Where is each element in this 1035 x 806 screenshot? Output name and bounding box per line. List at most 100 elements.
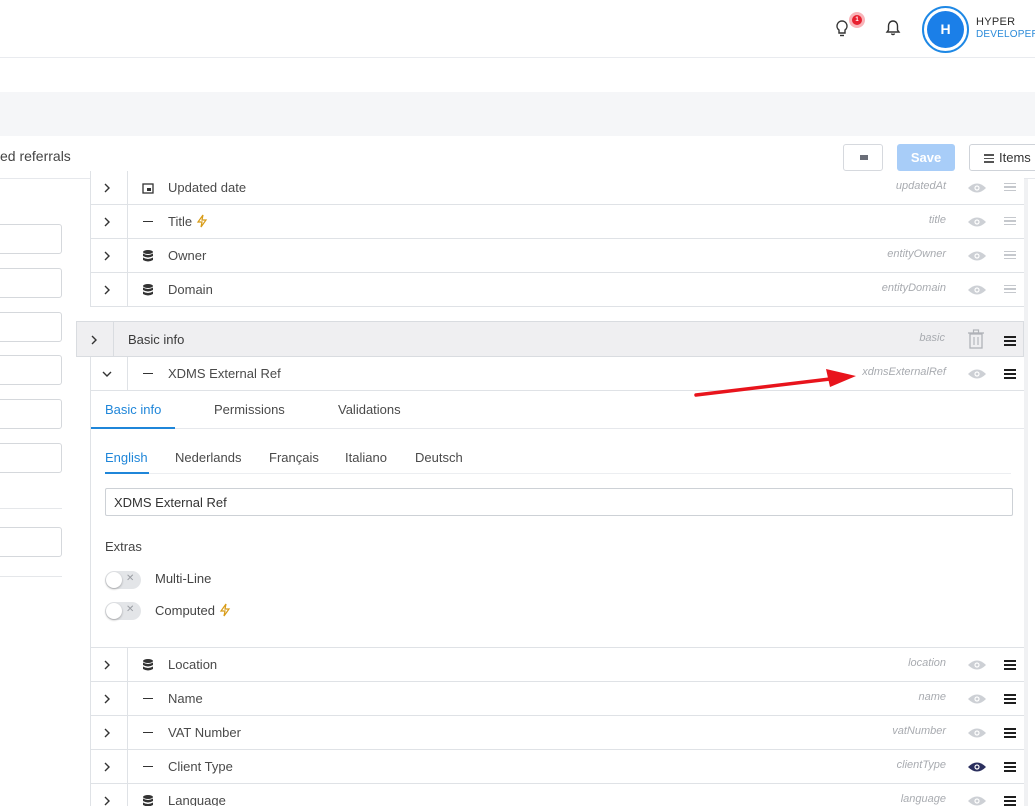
multi-line-toggle[interactable]: ✕	[105, 571, 141, 589]
tab-basic-info[interactable]: Basic info	[105, 402, 161, 417]
field-label-input[interactable]	[105, 488, 1013, 516]
field-row[interactable]: Updated date updatedAt	[90, 171, 1024, 205]
chevron-right-icon	[104, 285, 110, 294]
field-name: VAT Number	[168, 724, 241, 740]
left-form-input[interactable]	[0, 355, 62, 385]
drag-handle-icon[interactable]	[1004, 216, 1016, 227]
field-name: Updated date	[168, 179, 247, 195]
eye-icon[interactable]	[967, 368, 987, 380]
chevron-right-icon	[104, 660, 110, 669]
left-form-input[interactable]	[0, 268, 62, 298]
expand-toggle[interactable]	[91, 239, 128, 272]
eye-icon[interactable]	[967, 795, 987, 806]
tab-lang-italiano[interactable]: Italiano	[345, 450, 387, 465]
drag-handle-icon[interactable]	[1004, 761, 1016, 772]
left-form-input[interactable]	[0, 443, 62, 473]
drag-handle-icon[interactable]	[1004, 336, 1016, 346]
drag-handle-icon[interactable]	[1004, 368, 1016, 379]
notification-badge: 1	[849, 12, 865, 28]
field-row[interactable]: Domain entityDomain	[90, 273, 1024, 307]
drag-handle-icon[interactable]	[1004, 693, 1016, 704]
group-row-basic-info[interactable]: Basic info basic	[76, 321, 1024, 357]
expand-toggle[interactable]	[91, 784, 128, 806]
field-key: location	[908, 656, 946, 669]
scrollbar[interactable]	[1024, 179, 1028, 806]
field-row[interactable]: Name name	[90, 682, 1024, 716]
tab-lang-francais[interactable]: Français	[269, 450, 319, 465]
list-icon	[984, 154, 994, 163]
database-icon	[143, 658, 153, 670]
field-detail-panel: Basic info Permissions Validations Engli…	[90, 391, 1025, 648]
field-key: entityOwner	[887, 247, 946, 260]
eye-icon[interactable]	[967, 659, 987, 671]
left-form-input[interactable]	[0, 312, 62, 342]
dash-icon	[141, 215, 155, 229]
field-row[interactable]: Title title	[90, 205, 1024, 239]
calendar-icon	[142, 182, 154, 194]
field-row[interactable]: VAT Number vatNumber	[90, 716, 1024, 750]
drag-handle-icon[interactable]	[1004, 727, 1016, 738]
field-key: clientType	[896, 758, 946, 771]
eye-icon[interactable]	[967, 182, 987, 194]
field-row[interactable]: Client Type clientType	[90, 750, 1024, 784]
drag-handle-icon[interactable]	[1004, 284, 1016, 295]
drag-handle-icon[interactable]	[1004, 182, 1016, 193]
dash-icon	[141, 726, 155, 740]
tab-permissions[interactable]: Permissions	[214, 402, 285, 417]
items-button-label: Items	[999, 150, 1031, 165]
tab-validations[interactable]: Validations	[338, 402, 401, 417]
field-row[interactable]: Language language	[90, 784, 1024, 806]
avatar[interactable]: H	[927, 11, 964, 48]
items-button[interactable]: Items	[969, 144, 1035, 171]
expand-toggle[interactable]	[77, 322, 114, 356]
tab-lang-english[interactable]: English	[105, 450, 148, 465]
save-button[interactable]: Save	[897, 144, 955, 171]
eye-icon[interactable]	[967, 216, 987, 228]
expand-toggle[interactable]	[91, 205, 128, 238]
notification-count: 1	[852, 15, 862, 25]
left-form-input[interactable]	[0, 527, 62, 557]
detail-tabs: Basic info Permissions Validations	[91, 391, 1025, 429]
expand-toggle[interactable]	[91, 648, 128, 681]
database-icon	[143, 283, 153, 295]
field-name: Domain	[168, 281, 213, 297]
bolt-icon	[219, 603, 230, 617]
expand-toggle[interactable]	[91, 750, 128, 783]
comment-button[interactable]	[843, 144, 883, 171]
field-row-expanded[interactable]: XDMS External Ref xdmsExternalRef	[90, 357, 1024, 391]
chevron-right-icon	[104, 728, 110, 737]
drag-handle-icon[interactable]	[1004, 250, 1016, 261]
field-row[interactable]: Location location	[90, 648, 1024, 682]
collapse-toggle[interactable]	[91, 357, 128, 390]
eye-icon[interactable]	[967, 284, 987, 296]
expand-toggle[interactable]	[91, 171, 128, 204]
field-key: title	[928, 213, 946, 226]
field-name: Title	[168, 214, 208, 229]
bell-icon[interactable]	[884, 18, 902, 38]
left-form-input[interactable]	[0, 224, 62, 254]
drag-handle-icon[interactable]	[1004, 659, 1016, 670]
chevron-right-icon	[91, 335, 97, 345]
breadcrumb-band	[0, 92, 1035, 136]
expand-toggle[interactable]	[91, 716, 128, 749]
eye-icon-visible[interactable]	[967, 761, 987, 773]
eye-icon[interactable]	[967, 250, 987, 262]
eye-icon[interactable]	[967, 727, 987, 739]
trash-icon[interactable]	[967, 329, 985, 349]
left-form-input[interactable]	[0, 399, 62, 429]
active-tab-indicator	[91, 427, 175, 429]
database-icon	[143, 249, 153, 261]
computed-toggle[interactable]: ✕	[105, 602, 141, 620]
chevron-right-icon	[104, 217, 110, 226]
tab-lang-deutsch[interactable]: Deutsch	[415, 450, 463, 465]
field-row[interactable]: Owner entityOwner	[90, 239, 1024, 273]
field-key: vatNumber	[892, 724, 946, 737]
eye-icon[interactable]	[967, 693, 987, 705]
field-name: Name	[168, 690, 203, 706]
expand-toggle[interactable]	[91, 273, 128, 306]
language-tabs: English Nederlands Français Italiano Deu…	[105, 441, 1011, 474]
tab-lang-nederlands[interactable]: Nederlands	[175, 450, 242, 465]
field-name: XDMS External Ref	[168, 365, 281, 381]
drag-handle-icon[interactable]	[1004, 795, 1016, 806]
expand-toggle[interactable]	[91, 682, 128, 715]
